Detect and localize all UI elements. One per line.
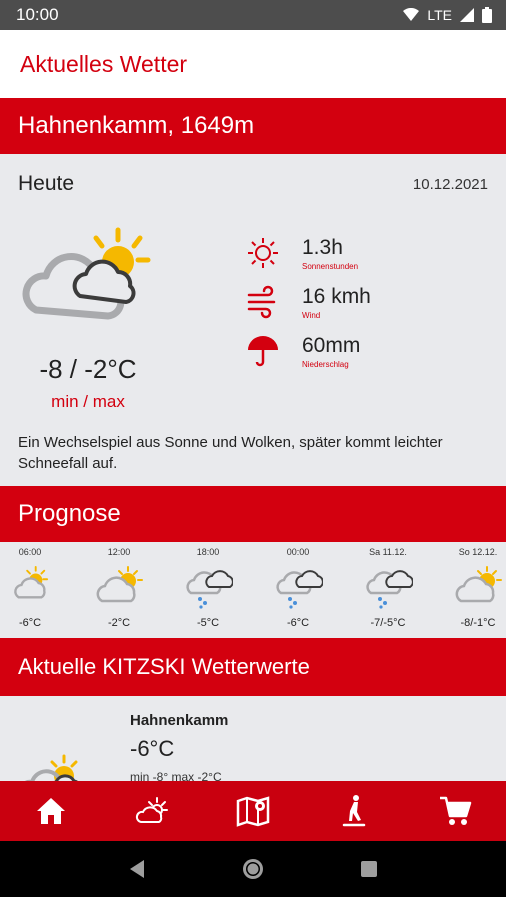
sun-icon — [248, 238, 278, 268]
bottom-nav — [0, 781, 506, 841]
today-panel: Heute 10.12.2021 -8 / -2°C min / max 1.3… — [0, 154, 506, 486]
wind-value: 16 kmh — [302, 285, 371, 308]
forecast-time: 06:00 — [18, 547, 42, 557]
sun-cloud-icon — [96, 566, 143, 603]
wind-icon — [247, 285, 276, 319]
forecast-time: 00:00 — [286, 547, 310, 557]
today-label: Heute — [18, 172, 75, 195]
umbrella-icon — [248, 336, 278, 367]
android-nav-bar — [0, 841, 506, 897]
sun-cloud-icon — [24, 754, 78, 781]
wind-stat: 16 kmh Wind — [246, 285, 371, 320]
forecast-item[interactable]: 06:00 -6°C — [0, 542, 70, 629]
signal-icon — [460, 8, 474, 22]
forecast-item[interactable]: Sa 11.12. -7/-5°C — [348, 542, 428, 629]
home-icon — [36, 798, 65, 824]
forecast-temp: -2°C — [107, 617, 131, 629]
kitzski-bar: Aktuelle KITZSKI Wetterwerte — [0, 638, 506, 696]
forecast-item[interactable]: 18:00 -5°C — [168, 542, 248, 629]
kitzski-panel: Hahnenkamm -6°C min -8° max -2°C — [0, 696, 506, 781]
forecast-time: 18:00 — [196, 547, 220, 557]
kitzski-temperature: -6°C — [130, 736, 175, 761]
nav-weather[interactable] — [122, 787, 182, 835]
rain-stat: 60mm Niederschlag — [246, 334, 360, 369]
forecast-temp: -5°C — [196, 617, 220, 629]
kitzski-location: Hahnenkamm — [130, 712, 229, 729]
forecast-item[interactable]: 00:00 -6°C — [258, 542, 338, 629]
kitzski-minmax: min -8° max -2°C — [130, 770, 222, 781]
sun-stat: 1.3h Sonnenstunden — [246, 236, 358, 271]
forecast-item[interactable]: 12:00 -2°C — [79, 542, 159, 629]
sun-cloud-icon — [22, 227, 151, 320]
location-bar: Hahnenkamm, 1649m — [0, 98, 506, 154]
forecast-item[interactable]: So 12.12. -8/-1°C — [438, 542, 506, 629]
forecast-temp: -8/-1°C — [460, 617, 496, 629]
weather-description: Ein Wechselspiel aus Sonne und Wolken, s… — [18, 434, 443, 472]
cart-icon — [440, 796, 472, 825]
sun-value: 1.3h — [302, 236, 343, 259]
weather-icon — [135, 797, 168, 823]
rain-label: Niederschlag — [302, 360, 349, 369]
rain-value: 60mm — [302, 334, 361, 357]
snow-cloud-icon — [186, 570, 234, 609]
status-icons: LTE — [403, 7, 492, 23]
today-temperature: -8 / -2°C — [39, 354, 137, 384]
battery-icon — [482, 7, 492, 23]
forecast-strip[interactable]: 06:00 -6°C 12:00 -2°C 18:00 -5°C 00:00 -… — [0, 542, 506, 638]
network-label: LTE — [427, 7, 452, 23]
sun-cloud-icon — [455, 566, 502, 603]
forecast-temp: -6°C — [286, 617, 310, 629]
today-temperature-label: min / max — [51, 392, 125, 411]
page-title: Aktuelles Wetter — [20, 50, 188, 77]
nav-home[interactable] — [21, 787, 81, 835]
location-title: Hahnenkamm, 1649m — [18, 112, 255, 139]
forecast-title: Prognose — [18, 500, 121, 527]
snow-cloud-icon — [276, 570, 324, 609]
nav-map[interactable] — [223, 787, 283, 835]
forecast-temp: -7/-5°C — [370, 617, 406, 629]
forecast-time: Sa 11.12. — [369, 547, 407, 557]
snow-cloud-icon — [366, 570, 414, 609]
kitzski-title: Aktuelle KITZSKI Wetterwerte — [18, 654, 310, 679]
app-header: Aktuelles Wetter — [0, 30, 506, 98]
skier-icon — [342, 795, 366, 827]
forecast-time: So 12.12. — [458, 547, 498, 557]
recents-icon[interactable] — [360, 860, 378, 878]
sun-cloud-icon — [14, 565, 49, 599]
status-time: 10:00 — [16, 5, 59, 24]
back-icon[interactable] — [128, 859, 146, 879]
nav-cart[interactable] — [425, 787, 485, 835]
home-circle-icon[interactable] — [242, 858, 264, 880]
forecast-time: 12:00 — [107, 547, 131, 557]
forecast-temp: -6°C — [18, 617, 42, 629]
map-icon — [236, 796, 270, 827]
wind-label: Wind — [302, 311, 321, 320]
today-date: 10.12.2021 — [412, 176, 488, 193]
forecast-bar: Prognose — [0, 486, 506, 542]
wifi-icon — [403, 8, 420, 21]
status-bar: 10:00 LTE — [0, 0, 506, 30]
nav-skier[interactable] — [324, 787, 384, 835]
sun-label: Sonnenstunden — [302, 262, 359, 271]
